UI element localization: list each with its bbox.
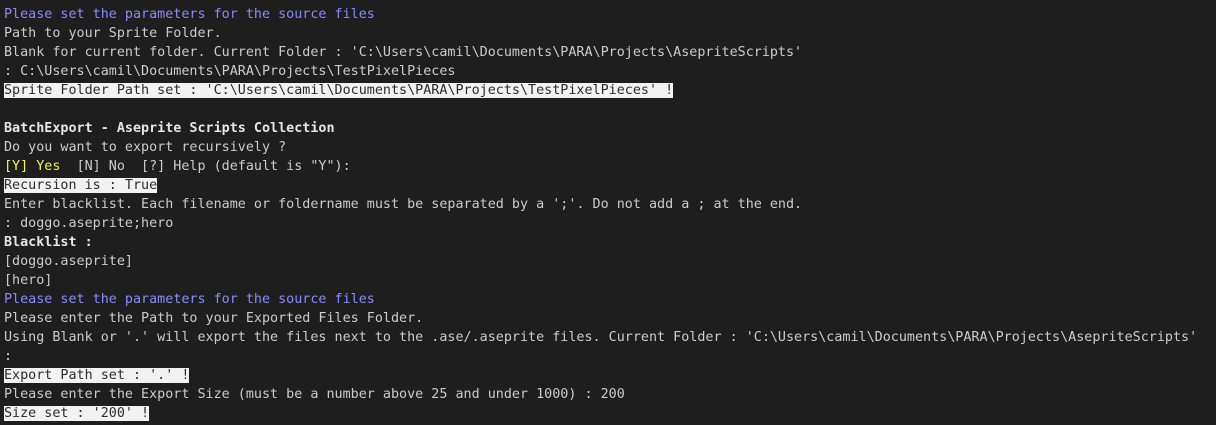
blacklist-label: Blacklist :: [4, 235, 93, 250]
sprite-folder-prompt: Path to your Sprite Folder.: [4, 26, 222, 41]
export-size-prompt: Please enter the Export Size (must be a …: [4, 387, 625, 402]
source-params-header: Please set the parameters for the source…: [4, 7, 375, 22]
size-confirmation: Size set : '200' !: [4, 406, 150, 421]
export-folder-input: :: [4, 349, 13, 364]
export-folder-prompt: Please enter the Path to your Exported F…: [4, 311, 424, 326]
current-folder-hint: Blank for current folder. Current Folder…: [4, 45, 803, 60]
export-params-header: Please set the parameters for the source…: [4, 292, 375, 307]
sprite-folder-confirmation: Sprite Folder Path set : 'C:\Users\camil…: [4, 83, 674, 98]
sprite-folder-input: : C:\Users\camil\Documents\PARA\Projects…: [4, 64, 456, 79]
option-yes: [Y] Yes: [4, 159, 61, 174]
terminal-output[interactable]: Please set the parameters for the source…: [4, 5, 1216, 423]
blacklist-input: : doggo.aseprite;hero: [4, 216, 174, 231]
export-folder-hint: Using Blank or '.' will export the files…: [4, 330, 1198, 345]
recursive-question: Do you want to export recursively ?: [4, 140, 287, 155]
recursive-options: [Y] Yes [N] No [?] Help (default is "Y")…: [4, 157, 1216, 176]
option-rest: [N] No [?] Help (default is "Y"):: [76, 159, 351, 174]
recursion-confirmation: Recursion is : True: [4, 178, 158, 193]
script-title: BatchExport - Aseprite Scripts Collectio…: [4, 121, 335, 136]
blacklist-item: [doggo.aseprite]: [4, 254, 133, 269]
export-path-confirmation: Export Path set : '.' !: [4, 368, 190, 383]
blacklist-prompt: Enter blacklist. Each filename or folder…: [4, 197, 803, 212]
blacklist-item: [hero]: [4, 273, 53, 288]
